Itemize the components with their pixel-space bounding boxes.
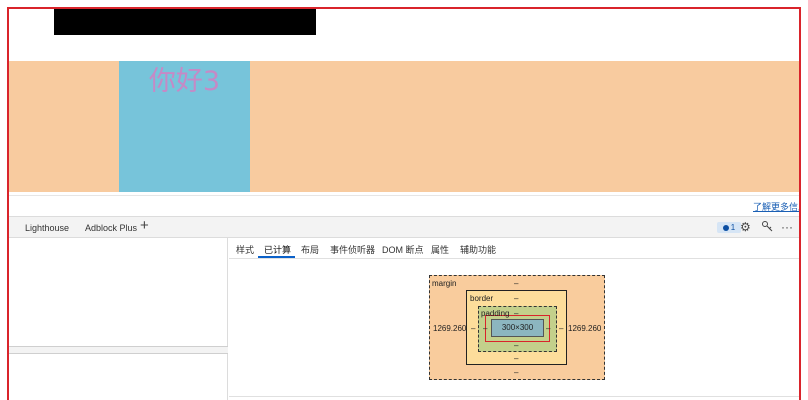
styles-subtabs: 样式 已计算 布局 事件侦听器 DOM 断点 属性 辅助功能 bbox=[229, 238, 799, 259]
margin-top-value: – bbox=[514, 279, 519, 288]
divider bbox=[9, 195, 799, 196]
subtab-dom-breakpoints[interactable]: DOM 断点 bbox=[382, 243, 424, 256]
blue-box[interactable]: 你好3 bbox=[119, 61, 250, 192]
border-right-value: – bbox=[559, 324, 564, 333]
border-left-value: – bbox=[471, 324, 476, 333]
border-label: border bbox=[470, 294, 494, 303]
subtab-event-listeners[interactable]: 事件侦听器 bbox=[330, 243, 375, 256]
issues-count: 1 bbox=[730, 223, 736, 232]
box-model-content[interactable]: 300×300 bbox=[491, 319, 544, 337]
subtab-properties[interactable]: 属性 bbox=[431, 243, 449, 256]
subtab-styles[interactable]: 样式 bbox=[236, 243, 254, 256]
elements-pane bbox=[9, 238, 228, 400]
border-bottom-value: – bbox=[514, 354, 519, 363]
content-size: 300×300 bbox=[501, 323, 534, 332]
devtools-tabbar: Lighthouse Adblock Plus + 1 ⚙ ··· bbox=[9, 216, 799, 238]
redacted-bar bbox=[54, 9, 316, 35]
heading-text: 你好3 bbox=[148, 66, 221, 97]
padding-bottom-value: – bbox=[514, 341, 519, 350]
subtab-layout[interactable]: 布局 bbox=[301, 243, 319, 256]
feedback-icon[interactable] bbox=[761, 220, 773, 235]
issues-icon bbox=[722, 225, 729, 231]
add-tab-icon[interactable]: + bbox=[140, 218, 149, 234]
padding-top-value: – bbox=[514, 309, 519, 318]
padding-right-value: – bbox=[546, 324, 551, 333]
pane-splitter[interactable] bbox=[9, 346, 228, 354]
margin-label: margin bbox=[432, 279, 457, 288]
active-tab-indicator bbox=[258, 256, 295, 258]
padding-left-value: – bbox=[483, 324, 488, 333]
issues-badge[interactable]: 1 bbox=[717, 222, 741, 233]
learn-more-link[interactable]: 了解更多信息 bbox=[753, 200, 799, 213]
subtab-computed[interactable]: 已计算 bbox=[264, 243, 291, 256]
subtab-accessibility[interactable]: 辅助功能 bbox=[460, 243, 496, 256]
border-top-value: – bbox=[514, 294, 519, 303]
more-options-icon[interactable]: ··· bbox=[781, 220, 793, 234]
margin-bottom-value: – bbox=[514, 368, 519, 377]
tab-adblock-plus[interactable]: Adblock Plus bbox=[85, 223, 137, 233]
tab-lighthouse[interactable]: Lighthouse bbox=[25, 223, 69, 233]
margin-left-value: 1269.260 bbox=[433, 324, 467, 333]
computed-divider bbox=[229, 396, 799, 397]
settings-gear-icon[interactable]: ⚙ bbox=[740, 220, 751, 234]
margin-right-value: 1269.260 bbox=[568, 324, 602, 333]
padding-label: padding bbox=[481, 309, 510, 318]
